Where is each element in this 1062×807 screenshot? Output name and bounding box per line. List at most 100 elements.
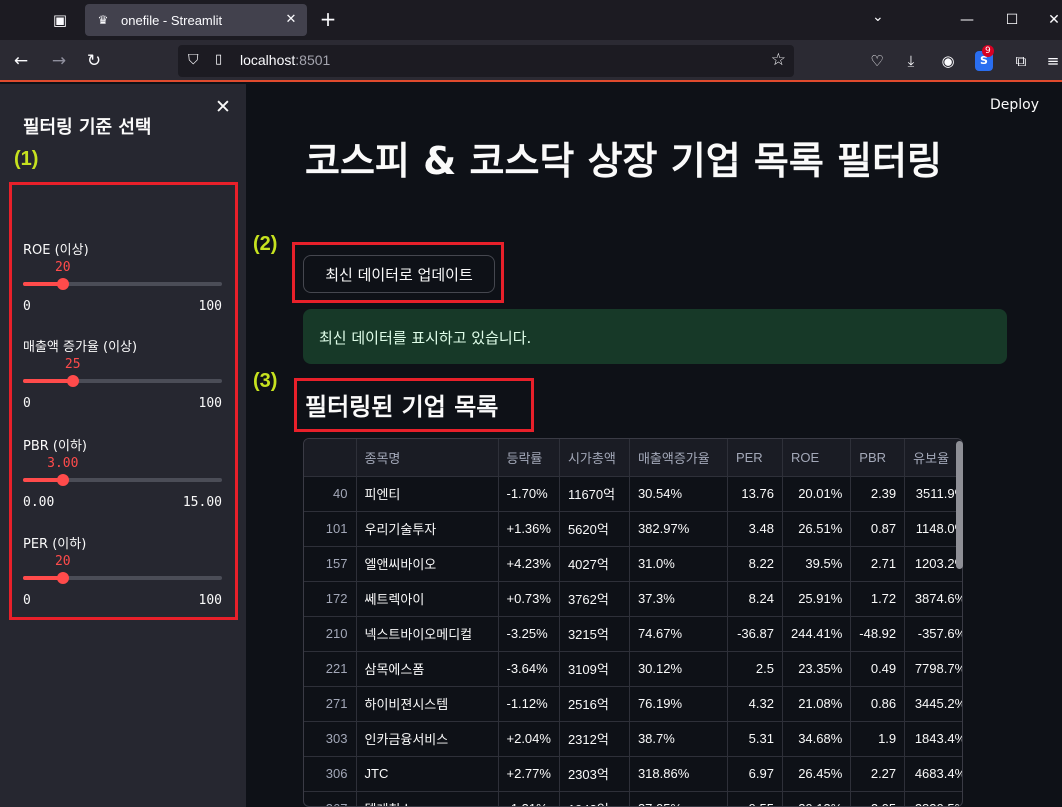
sidebar-close-icon[interactable]: ✕ <box>212 96 234 118</box>
menu-icon[interactable]: ≡ <box>1040 48 1062 74</box>
table-cell[interactable]: 하이비젼시스템 <box>356 686 499 722</box>
slider-thumb[interactable] <box>56 278 69 290</box>
table-cell[interactable]: 2830.5% <box>904 791 962 806</box>
table-row[interactable]: 210 넥스트바이오메디컬 -3.25% 3215억 74.67% -36.87 244.4… <box>304 616 962 652</box>
table-cell[interactable]: 2.27 <box>850 756 906 792</box>
table-cell[interactable]: 37.05% <box>629 791 728 806</box>
browser-tab[interactable]: ♛ onefile - Streamlit ✕ <box>85 4 307 36</box>
table-cell[interactable]: 엘앤씨바이오 <box>356 546 499 582</box>
row-index[interactable]: 271 <box>304 686 357 722</box>
table-cell[interactable]: 38.7% <box>629 721 728 757</box>
slider-track[interactable] <box>23 572 222 584</box>
table-row[interactable]: 306 JTC +2.77% 2303억 318.86% 6.97 26.45% 2.27 46… <box>304 756 962 792</box>
table-cell[interactable]: 1943억 <box>559 791 630 806</box>
table-cell[interactable]: 3874.6% <box>904 581 962 617</box>
table-cell[interactable]: 3511.9% <box>904 476 962 512</box>
table-cell[interactable]: -1.12% <box>498 686 560 722</box>
table-row[interactable]: 221 삼목에스폼 -3.64% 3109억 30.12% 2.5 23.35% 0.49 77… <box>304 651 962 687</box>
row-index[interactable]: 157 <box>304 546 357 582</box>
table-cell[interactable]: 7798.7% <box>904 651 962 687</box>
table-cell[interactable]: 2.5 <box>727 651 783 687</box>
chevron-down-icon[interactable]: ⌄ <box>872 9 884 25</box>
table-cell[interactable]: 26.51% <box>782 511 852 547</box>
column-header[interactable]: PBR <box>850 439 906 477</box>
table-cell[interactable]: 382.97% <box>629 511 728 547</box>
back-icon[interactable]: ← <box>8 48 34 74</box>
table-cell[interactable]: 2303억 <box>559 756 630 792</box>
table-row[interactable]: 303 인카금융서비스 +2.04% 2312억 38.7% 5.31 34.68% 1.9 1… <box>304 721 962 757</box>
table-cell[interactable]: 318.86% <box>629 756 728 792</box>
row-index[interactable]: 303 <box>304 721 357 757</box>
table-cell[interactable]: 76.19% <box>629 686 728 722</box>
slider-thumb[interactable] <box>66 375 79 387</box>
table-cell[interactable]: 1.72 <box>850 581 906 617</box>
table-cell[interactable]: 0.87 <box>850 511 906 547</box>
table-cell[interactable]: 11670억 <box>559 476 630 512</box>
table-cell[interactable]: 피엔티 <box>356 476 499 512</box>
extensions-puzzle-icon[interactable]: ⧉ <box>1008 48 1034 74</box>
table-cell[interactable]: 31.0% <box>629 546 728 582</box>
reload-icon[interactable]: ↻ <box>81 48 107 74</box>
table-cell[interactable]: +2.04% <box>498 721 560 757</box>
table-row[interactable]: 101 우리기술투자 +1.36% 5620억 382.97% 3.48 26.51% 0.8… <box>304 511 962 547</box>
table-cell[interactable]: -48.92 <box>850 616 906 652</box>
table-cell[interactable]: 4.32 <box>727 686 783 722</box>
table-cell[interactable]: 2.39 <box>850 476 906 512</box>
minimize-icon[interactable]: — <box>953 6 981 34</box>
maximize-icon[interactable]: ☐ <box>998 6 1026 34</box>
slider-thumb[interactable] <box>56 474 69 486</box>
column-header[interactable]: PER <box>727 439 783 477</box>
url-bar[interactable]: ⛉ ▯ localhost:8501 ☆ <box>178 45 794 77</box>
table-cell[interactable]: 20.01% <box>782 476 852 512</box>
table-cell[interactable]: JTC <box>356 756 499 792</box>
row-index[interactable]: 367 <box>304 791 357 806</box>
main-menu-icon[interactable]: ⋮ <box>1055 94 1062 113</box>
table-cell[interactable]: 0.86 <box>850 686 906 722</box>
table-cell[interactable]: 삼목에스폼 <box>356 651 499 687</box>
table-cell[interactable]: +4.23% <box>498 546 560 582</box>
table-cell[interactable]: 4683.4% <box>904 756 962 792</box>
column-header[interactable]: 등락률 <box>498 439 560 477</box>
table-cell[interactable]: 9.55 <box>727 791 783 806</box>
table-cell[interactable]: 8.24 <box>727 581 783 617</box>
table-cell[interactable]: 39.5% <box>782 546 852 582</box>
shield-icon[interactable]: ⛉ <box>188 52 199 68</box>
table-cell[interactable]: 5620억 <box>559 511 630 547</box>
row-index[interactable]: 210 <box>304 616 357 652</box>
table-cell[interactable]: 인카금융서비스 <box>356 721 499 757</box>
table-cell[interactable]: 26.45% <box>782 756 852 792</box>
row-index[interactable]: 306 <box>304 756 357 792</box>
window-close-icon[interactable]: ✕ <box>1040 6 1062 34</box>
table-cell[interactable]: -1.70% <box>498 476 560 512</box>
forward-icon[interactable]: → <box>46 48 72 74</box>
table-cell[interactable]: 3445.2% <box>904 686 962 722</box>
table-scrollbar[interactable] <box>956 441 963 569</box>
table-cell[interactable]: -36.87 <box>727 616 783 652</box>
column-header[interactable]: 유보율 <box>904 439 962 477</box>
slider-track[interactable] <box>23 278 222 290</box>
row-index[interactable]: 172 <box>304 581 357 617</box>
data-table[interactable]: 종목명 등락률 시가총액 매출액증가율 PER ROE PBR 유보율 40 피엔티 -1.70%… <box>303 438 963 807</box>
column-header[interactable]: 종목명 <box>356 439 499 477</box>
table-cell[interactable]: 25.91% <box>782 581 852 617</box>
table-cell[interactable]: 3.48 <box>727 511 783 547</box>
table-row[interactable]: 367텔레칩스-1.31%1943억37.05%9.5520.13%2.0528… <box>304 791 962 806</box>
table-row[interactable]: 172 쎄트렉아이 +0.73% 3762억 37.3% 8.24 25.91% 1.72 38… <box>304 581 962 617</box>
table-cell[interactable]: 1.9 <box>850 721 906 757</box>
slider-track[interactable] <box>23 375 222 387</box>
table-cell[interactable]: 1203.2% <box>904 546 962 582</box>
table-cell[interactable]: 6.97 <box>727 756 783 792</box>
deploy-button[interactable]: Deploy <box>990 97 1039 113</box>
row-index[interactable]: 221 <box>304 651 357 687</box>
table-cell[interactable]: -357.6% <box>904 616 962 652</box>
column-header[interactable]: ROE <box>782 439 852 477</box>
bookmark-star-icon[interactable]: ☆ <box>771 50 786 70</box>
table-cell[interactable]: 244.41% <box>782 616 852 652</box>
table-cell[interactable]: 30.12% <box>629 651 728 687</box>
row-index[interactable]: 101 <box>304 511 357 547</box>
table-cell[interactable]: 8.22 <box>727 546 783 582</box>
row-index[interactable]: 40 <box>304 476 357 512</box>
tab-close-icon[interactable]: ✕ <box>283 12 299 28</box>
table-cell[interactable]: -1.31% <box>498 791 560 806</box>
slider-thumb[interactable] <box>56 572 69 584</box>
